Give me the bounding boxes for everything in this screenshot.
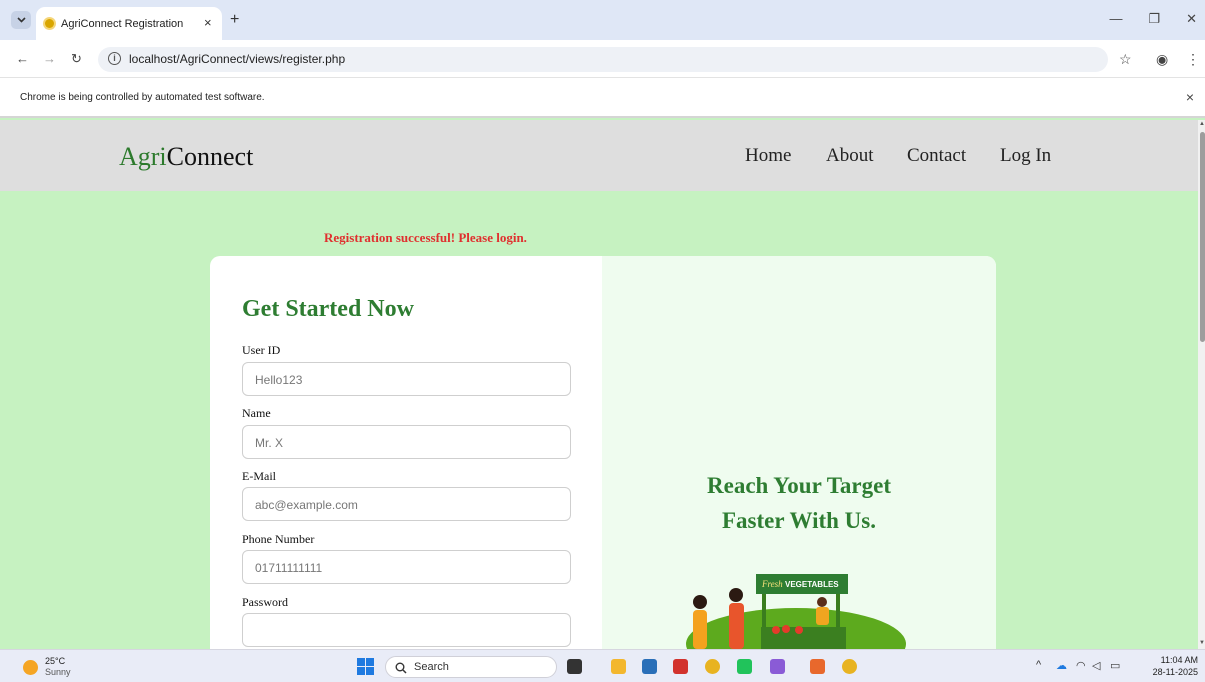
phone-label: Phone Number	[242, 532, 315, 546]
window-controls: — ❐ ✕	[1109, 11, 1197, 27]
nav-about[interactable]: About	[826, 145, 874, 167]
search-icon	[395, 662, 407, 674]
restore-icon[interactable]: ❐	[1148, 11, 1160, 27]
reload-icon[interactable]: ↻	[71, 51, 82, 67]
task-view-icon[interactable]	[567, 659, 582, 674]
wifi-icon[interactable]: ◠	[1076, 659, 1086, 672]
name-placeholder: Mr. X	[255, 436, 284, 450]
email-label: E-Mail	[242, 469, 276, 483]
sun-icon[interactable]	[23, 660, 38, 675]
vegetable-market-illustration: Fresh VEGETABLES	[686, 574, 906, 649]
password-label: Password	[242, 595, 289, 609]
name-label: Name	[242, 406, 271, 420]
menu-icon[interactable]: ⋮	[1186, 51, 1200, 68]
bookmark-star-icon[interactable]: ☆	[1119, 51, 1132, 68]
browser-tabbar: AgriConnect Registration × + — ❐ ✕	[0, 0, 1205, 40]
url-text: localhost/AgriConnect/views/register.php	[129, 52, 346, 66]
weather-condition[interactable]: Sunny	[45, 667, 71, 677]
clock-date[interactable]: 28-11-2025	[1146, 667, 1198, 677]
nav-contact[interactable]: Contact	[907, 145, 966, 167]
site-logo[interactable]: AgriConnect	[119, 142, 253, 172]
store-icon[interactable]	[642, 659, 657, 674]
nav-login[interactable]: Log In	[1000, 145, 1051, 167]
nav-home[interactable]: Home	[745, 145, 791, 167]
site-info-icon[interactable]: i	[108, 52, 121, 65]
tagline-line1: Reach Your Target	[707, 473, 891, 498]
pycharm-icon[interactable]	[737, 659, 752, 674]
tagline-line2: Faster With Us.	[722, 508, 876, 533]
form-title: Get Started Now	[242, 296, 414, 322]
name-input[interactable]: Mr. X	[242, 425, 571, 459]
volume-icon[interactable]: ◁	[1092, 659, 1100, 672]
userid-input[interactable]: Hello123	[242, 362, 571, 396]
window-close-icon[interactable]: ✕	[1186, 11, 1197, 27]
logo-connect: Connect	[166, 142, 254, 171]
favicon-icon	[45, 19, 54, 28]
windows-taskbar: 25°C Sunny Search ^ ☁ ◠ ◁ ▭ 11:04 AM 28-…	[0, 649, 1205, 682]
back-icon[interactable]: ←	[16, 51, 29, 66]
phone-placeholder: 01711111111	[255, 561, 323, 575]
profile-icon[interactable]: ◉	[1156, 51, 1168, 68]
scrollbar-thumb[interactable]	[1200, 132, 1205, 342]
password-input[interactable]	[242, 613, 571, 647]
forward-icon[interactable]: →	[43, 51, 56, 66]
app-icon[interactable]	[673, 659, 688, 674]
infobar-close-icon[interactable]: ×	[1186, 89, 1194, 105]
address-bar[interactable]: i localhost/AgriConnect/views/register.p…	[98, 47, 1108, 72]
success-message: Registration successful! Please login.	[324, 230, 527, 245]
tab-title: AgriConnect Registration	[61, 18, 184, 30]
phone-input[interactable]: 01711111111	[242, 550, 571, 584]
taskbar-search[interactable]: Search	[385, 656, 557, 678]
promo-panel: Reach Your Target Faster With Us. Fresh …	[602, 256, 996, 649]
chrome-active-icon[interactable]	[842, 659, 857, 674]
userid-label: User ID	[242, 343, 281, 357]
userid-placeholder: Hello123	[255, 373, 303, 387]
registration-card: Get Started Now User ID Hello123 Name Mr…	[210, 256, 996, 649]
logo-agri: Agri	[119, 142, 167, 171]
scroll-up-icon[interactable]: ▲	[1199, 121, 1205, 127]
onedrive-icon[interactable]: ☁	[1056, 659, 1067, 672]
minimize-icon[interactable]: —	[1109, 11, 1122, 27]
clock-time[interactable]: 11:04 AM	[1154, 655, 1198, 665]
chevron-down-icon	[16, 17, 26, 23]
tab-search-button[interactable]	[11, 11, 31, 29]
xampp-icon[interactable]	[810, 659, 825, 674]
scroll-down-icon[interactable]: ▼	[1199, 640, 1205, 646]
infobar-message: Chrome is being controlled by automated …	[20, 92, 265, 103]
automation-infobar: Chrome is being controlled by automated …	[0, 78, 1205, 118]
weather-temperature[interactable]: 25°C	[45, 656, 65, 666]
tab-close-icon[interactable]: ×	[204, 15, 212, 30]
battery-icon[interactable]: ▭	[1110, 659, 1120, 672]
chrome-icon[interactable]	[705, 659, 720, 674]
email-input[interactable]: abc@example.com	[242, 487, 571, 521]
file-explorer-icon[interactable]	[611, 659, 626, 674]
new-tab-button[interactable]: +	[230, 11, 239, 29]
windows-start-icon[interactable]	[357, 658, 374, 675]
browser-tab[interactable]: AgriConnect Registration ×	[36, 7, 222, 40]
email-placeholder: abc@example.com	[255, 498, 358, 512]
search-label: Search	[414, 661, 449, 673]
tray-chevron-up-icon[interactable]: ^	[1036, 659, 1041, 671]
sign-script: Fresh	[761, 579, 783, 589]
visual-studio-icon[interactable]	[770, 659, 785, 674]
browser-toolbar: ← → ↻ i localhost/AgriConnect/views/regi…	[0, 40, 1205, 78]
sign-text: VEGETABLES	[785, 580, 839, 589]
